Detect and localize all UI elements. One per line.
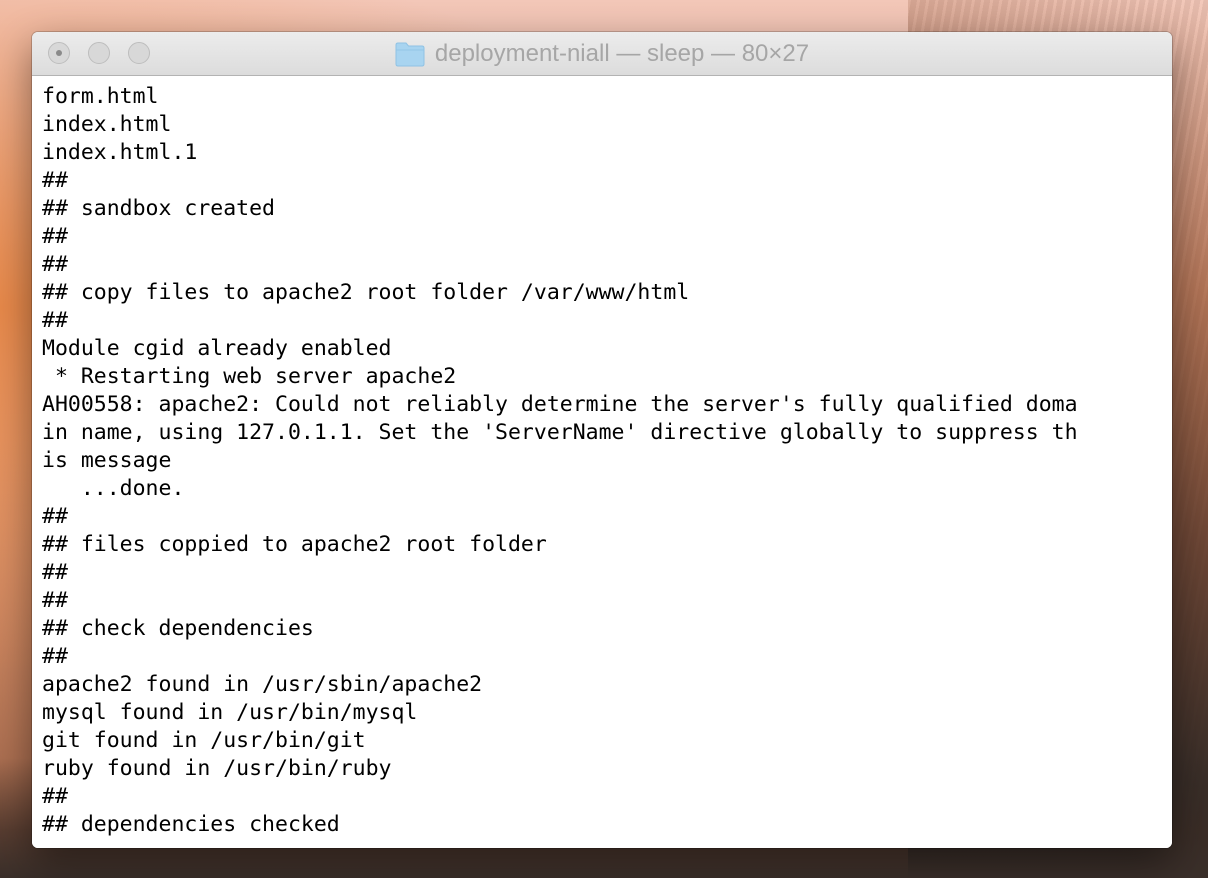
terminal-line: ##	[42, 560, 68, 585]
terminal-line: ##	[42, 308, 68, 333]
terminal-output[interactable]: form.html index.html index.html.1 ## ## sand…	[32, 76, 1172, 848]
terminal-line: Module cgid already enabled	[42, 336, 392, 361]
terminal-line: mysql found in /usr/bin/mysql	[42, 700, 418, 725]
terminal-line: is message	[42, 448, 172, 473]
terminal-line: ruby found in /usr/bin/ruby	[42, 756, 392, 781]
terminal-line: ##	[42, 224, 68, 249]
terminal-line: index.html.1	[42, 140, 198, 165]
title-bar[interactable]: deployment-niall — sleep — 80×27	[32, 32, 1172, 76]
terminal-line: ##	[42, 504, 68, 529]
terminal-line: ...done.	[42, 476, 185, 501]
terminal-line: ##	[42, 168, 68, 193]
terminal-line: apache2 found in /usr/sbin/apache2	[42, 672, 483, 697]
window-title-group: deployment-niall — sleep — 80×27	[32, 32, 1172, 76]
terminal-line: ##	[42, 588, 68, 613]
terminal-line: ## copy files to apache2 root folder /va…	[42, 280, 690, 305]
terminal-line: ## sandbox created	[42, 196, 275, 221]
terminal-line: AH00558: apache2: Could not reliably det…	[42, 392, 1078, 417]
terminal-line: form.html	[42, 84, 159, 109]
terminal-line: ##	[42, 252, 68, 277]
terminal-line: ## dependencies checked	[42, 812, 340, 837]
terminal-window: deployment-niall — sleep — 80×27 form.ht…	[32, 32, 1172, 848]
terminal-line: index.html	[42, 112, 172, 137]
terminal-line: ## check dependencies	[42, 616, 314, 641]
terminal-line: ##	[42, 644, 68, 669]
folder-icon	[395, 42, 425, 67]
terminal-line: * Restarting web server apache2	[42, 364, 457, 389]
terminal-line: in name, using 127.0.1.1. Set the 'Serve…	[42, 420, 1078, 445]
terminal-line: ## files coppied to apache2 root folder	[42, 532, 547, 557]
terminal-line: git found in /usr/bin/git	[42, 728, 366, 753]
terminal-line: ##	[42, 784, 68, 809]
window-title: deployment-niall — sleep — 80×27	[434, 40, 810, 67]
